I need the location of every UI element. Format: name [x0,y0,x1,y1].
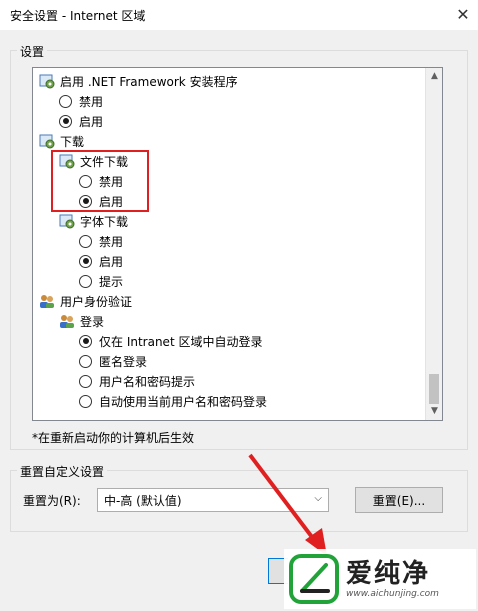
users-icon [60,315,74,328]
radio-checked-icon[interactable] [59,114,72,128]
item-label: 用户身份验证 [60,294,133,309]
watermark-brand: 爱纯净 [346,559,431,589]
item-label: 仅在 Intranet 区域中自动登录 [99,334,263,349]
item-label: 禁用 [99,234,124,249]
radio-option[interactable]: 提示 [79,271,123,291]
scroll-thumb[interactable] [429,374,439,404]
chevron-down-icon: ⌵ [314,493,322,504]
title-bar: 安全设置 - Internet 区域 ✕ [0,0,478,30]
item-label: 匿名登录 [99,354,148,369]
scroll-down-icon[interactable]: ▼ [426,403,442,420]
radio-option[interactable]: 启用 [59,111,103,131]
item-label: 启用 [99,254,124,269]
radio-unchecked-icon[interactable] [79,374,92,388]
radio-option[interactable]: 用户名和密码提示 [79,371,195,391]
item-label: 自动使用当前用户名和密码登录 [99,394,268,409]
settings-tree-list[interactable]: 自动使用当前用户名和密码登录 用户名和密码提示 匿名登录 仅在 Intranet 区域… [32,67,443,421]
radio-unchecked-icon[interactable] [79,354,92,368]
tree-category: 启用 .NET Framework 安装程序 [39,71,238,91]
radio-checked-icon[interactable] [79,254,92,268]
settings-gear-icon [59,214,75,229]
users-icon [40,295,54,308]
tree-category: 用户身份验证 [39,291,132,311]
settings-group-label: 设置 [17,43,48,60]
settings-scrollbar[interactable]: ▲ ▼ [425,68,442,420]
reset-button[interactable]: 重置(E)... [355,487,443,513]
tree-category: 下载 [39,131,84,151]
radio-unchecked-icon[interactable] [59,94,72,108]
close-button[interactable]: ✕ [448,0,478,30]
radio-checked-icon[interactable] [79,334,92,348]
item-label: 字体下载 [80,214,129,229]
file-download-highlight [51,150,149,212]
item-label: 用户名和密码提示 [99,374,196,389]
item-label: 启用 [79,114,104,129]
radio-option[interactable]: 禁用 [59,91,103,111]
radio-option[interactable]: 禁用 [79,231,123,251]
watermark: 爱纯净 www.aichunjing.com [284,549,476,609]
settings-gear-icon [39,134,55,149]
reset-to-label: 重置为(R): [23,494,81,508]
radio-unchecked-icon[interactable] [79,234,92,248]
restart-note: *在重新启动你的计算机后生效 [32,431,195,445]
brand-logo-icon [289,554,339,604]
scroll-up-icon[interactable]: ▲ [426,68,442,85]
item-label: 禁用 [79,94,104,109]
watermark-url: www.aichunjing.com [346,589,439,599]
item-label: 提示 [99,274,124,289]
security-level-select[interactable]: 中-高 (默认值) ⌵ [97,488,329,512]
radio-option[interactable]: 自动使用当前用户名和密码登录 [79,391,267,411]
item-label: 启用 .NET Framework 安装程序 [60,74,238,89]
radio-option[interactable]: 匿名登录 [79,351,147,371]
security-level-value: 中-高 (默认值) [104,493,182,508]
item-label: 下载 [60,134,85,149]
tree-subcategory: 字体下载 [59,211,128,231]
settings-gear-icon [39,74,55,89]
radio-unchecked-icon[interactable] [79,394,92,408]
radio-option[interactable]: 启用 [79,251,123,271]
item-label: 登录 [80,314,105,329]
tree-subcategory: 登录 [59,311,104,331]
radio-option[interactable]: 仅在 Intranet 区域中自动登录 [79,331,262,351]
radio-unchecked-icon[interactable] [79,274,92,288]
reset-group-label: 重置自定义设置 [17,463,108,480]
window-title: 安全设置 - Internet 区域 [10,9,146,23]
